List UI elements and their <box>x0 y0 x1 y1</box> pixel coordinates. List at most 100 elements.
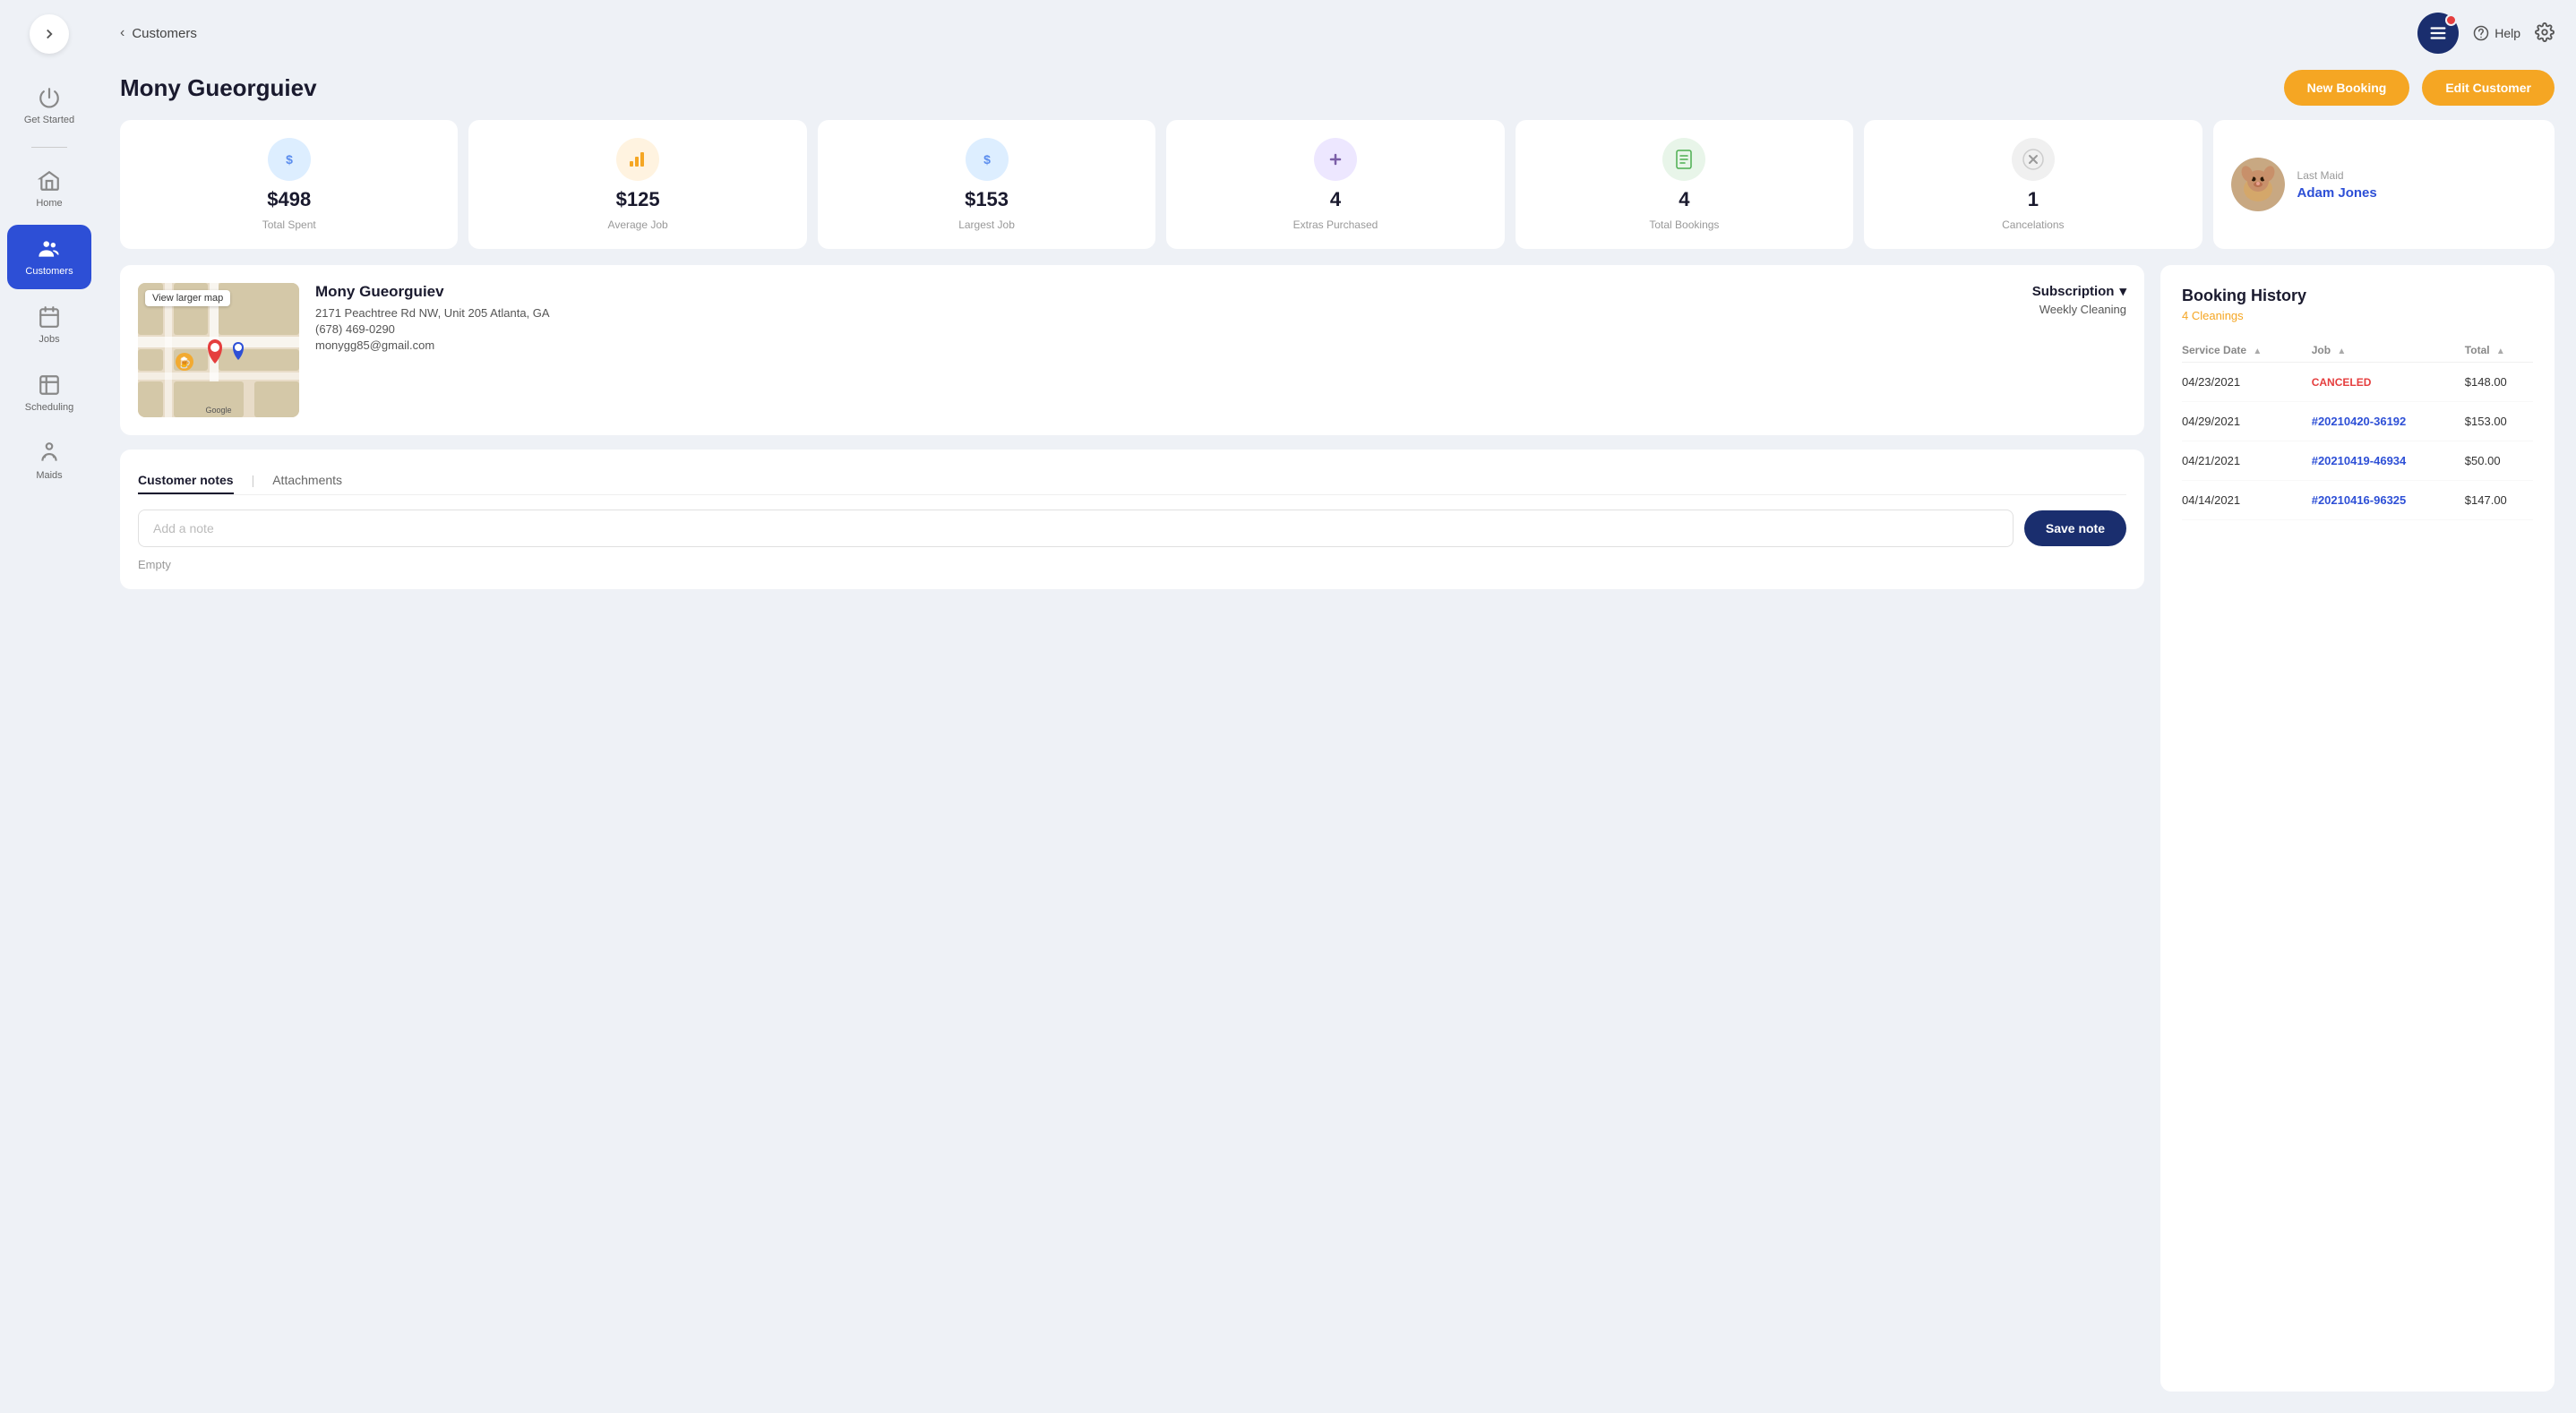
sidebar-item-label-home: Home <box>36 198 62 209</box>
sidebar-item-label-customers: Customers <box>25 266 73 277</box>
customer-details: Mony Gueorguiev 2171 Peachtree Rd NW, Un… <box>315 283 2016 355</box>
booking-total-cell: $148.00 <box>2465 363 2533 402</box>
maid-name[interactable]: Adam Jones <box>2297 185 2377 201</box>
customer-address: 2171 Peachtree Rd NW, Unit 205 Atlanta, … <box>315 306 2016 320</box>
notes-input-row: Save note <box>138 510 2126 547</box>
sidebar: Get Started Home Customers Jobs Scheduli… <box>0 0 99 1413</box>
edit-customer-button[interactable]: Edit Customer <box>2422 70 2555 106</box>
subscription-label-text: Subscription <box>2032 284 2115 299</box>
main-content: ‹ Customers Help <box>99 0 2576 1413</box>
stat-label-average-job: Average Job <box>608 218 668 231</box>
note-input[interactable] <box>138 510 2014 547</box>
tab-attachments[interactable]: Attachments <box>272 467 342 494</box>
sidebar-item-get-started[interactable]: Get Started <box>7 73 91 138</box>
stat-label-bookings: Total Bookings <box>1649 218 1719 231</box>
bar-chart-icon <box>627 149 648 170</box>
stat-extras-purchased: 4 Extras Purchased <box>1166 120 1504 249</box>
sidebar-item-home[interactable]: Home <box>7 157 91 221</box>
content-area: $ $498 Total Spent $125 Average Job <box>99 120 2576 1413</box>
booking-history-title: Booking History <box>2182 287 2533 305</box>
stats-row: $ $498 Total Spent $125 Average Job <box>120 120 2555 249</box>
notes-card: Customer notes | Attachments Save note E… <box>120 450 2144 589</box>
sidebar-item-customers[interactable]: Customers <box>7 225 91 289</box>
booking-total-cell: $147.00 <box>2465 481 2533 520</box>
subscription-value: Weekly Cleaning <box>2032 303 2126 316</box>
booking-date-cell: 04/29/2021 <box>2182 402 2312 441</box>
booking-history-table: Service Date ▲ Job ▲ Total ▲ <box>2182 338 2533 520</box>
stat-icon-cancelations <box>2012 138 2055 181</box>
subscription-label[interactable]: Subscription ▾ <box>2032 283 2126 299</box>
booking-job-cell[interactable]: #20210420-36192 <box>2312 402 2465 441</box>
menu-icon <box>2428 23 2448 43</box>
left-panel: 🍺 Google View larger map <box>120 265 2144 1392</box>
stat-total-spent: $ $498 Total Spent <box>120 120 458 249</box>
stat-average-job: $125 Average Job <box>468 120 806 249</box>
sidebar-item-scheduling[interactable]: Scheduling <box>7 361 91 425</box>
stat-value-cancelations: 1 <box>2028 188 2039 211</box>
page-actions: New Booking Edit Customer <box>2284 70 2555 106</box>
booking-table-body: 04/23/2021CANCELED$148.0004/29/2021#2021… <box>2182 363 2533 520</box>
new-booking-button[interactable]: New Booking <box>2284 70 2410 106</box>
booking-date-cell: 04/23/2021 <box>2182 363 2312 402</box>
breadcrumb: ‹ Customers <box>120 25 197 41</box>
help-label: Help <box>2494 26 2520 40</box>
stat-value-total-spent: $498 <box>267 188 311 211</box>
help-icon <box>2473 25 2489 41</box>
maid-info: Last Maid Adam Jones <box>2297 169 2377 201</box>
maid-sublabel: Last Maid <box>2297 169 2377 182</box>
save-note-button[interactable]: Save note <box>2024 510 2126 546</box>
map-thumbnail: 🍺 Google View larger map <box>138 283 299 417</box>
stat-icon-bookings <box>1662 138 1705 181</box>
booking-total-cell: $153.00 <box>2465 402 2533 441</box>
back-button[interactable]: ‹ <box>120 25 125 41</box>
stat-icon-extras <box>1314 138 1357 181</box>
stat-icon-largest-job: $ <box>966 138 1009 181</box>
booking-job-cell: CANCELED <box>2312 363 2465 402</box>
sidebar-item-label-maids: Maids <box>36 470 62 481</box>
power-icon <box>38 86 61 109</box>
notifications-button[interactable] <box>2417 13 2459 54</box>
svg-text:$: $ <box>286 152 293 167</box>
customer-email: monygg85@gmail.com <box>315 338 2016 352</box>
page-title: Mony Gueorguiev <box>120 74 317 102</box>
sidebar-toggle-button[interactable] <box>30 14 69 54</box>
customer-info-card: 🍺 Google View larger map <box>120 265 2144 435</box>
booking-date-cell: 04/14/2021 <box>2182 481 2312 520</box>
booking-job-link[interactable]: #20210420-36192 <box>2312 415 2407 428</box>
tab-customer-notes[interactable]: Customer notes <box>138 467 234 494</box>
help-button[interactable]: Help <box>2473 25 2520 41</box>
svg-text:🍺: 🍺 <box>178 355 192 369</box>
page-header: Mony Gueorguiev New Booking Edit Custome… <box>99 66 2576 120</box>
booking-job-cell[interactable]: #20210416-96325 <box>2312 481 2465 520</box>
scheduling-icon <box>38 373 61 397</box>
booking-table-row: 04/29/2021#20210420-36192 $153.00 <box>2182 402 2533 441</box>
stat-value-bookings: 4 <box>1679 188 1689 211</box>
gear-icon <box>2535 22 2555 42</box>
stat-last-maid: Last Maid Adam Jones <box>2213 120 2555 249</box>
sort-icon-date: ▲ <box>2253 347 2262 356</box>
booking-table-row: 04/21/2021#20210419-46934$50.00 <box>2182 441 2533 481</box>
x-circle-icon <box>2022 149 2044 170</box>
sidebar-item-jobs[interactable]: Jobs <box>7 293 91 357</box>
stat-cancelations: 1 Cancelations <box>1864 120 2202 249</box>
notes-tabs: Customer notes | Attachments <box>138 467 2126 495</box>
maid-avatar <box>2231 158 2285 211</box>
stat-label-total-spent: Total Spent <box>262 218 316 231</box>
stat-label-largest-job: Largest Job <box>958 218 1015 231</box>
topnav-right: Help <box>2417 13 2555 54</box>
settings-button[interactable] <box>2535 22 2555 45</box>
sidebar-divider <box>31 147 67 148</box>
stat-value-extras: 4 <box>1330 188 1341 211</box>
stat-label-cancelations: Cancelations <box>2002 218 2064 231</box>
sidebar-item-label-scheduling: Scheduling <box>25 402 73 413</box>
booking-job-link[interactable]: #20210416-96325 <box>2312 493 2407 507</box>
sidebar-item-maids[interactable]: Maids <box>7 429 91 493</box>
view-larger-map-button[interactable]: View larger map <box>145 290 230 306</box>
stat-total-bookings: 4 Total Bookings <box>1516 120 1853 249</box>
lower-section: 🍺 Google View larger map <box>120 265 2555 1392</box>
maids-icon <box>38 441 61 465</box>
booking-job-link[interactable]: #20210419-46934 <box>2312 454 2407 467</box>
plus-icon <box>1325 149 1346 170</box>
stat-icon-average-job <box>616 138 659 181</box>
booking-job-cell[interactable]: #20210419-46934 <box>2312 441 2465 481</box>
